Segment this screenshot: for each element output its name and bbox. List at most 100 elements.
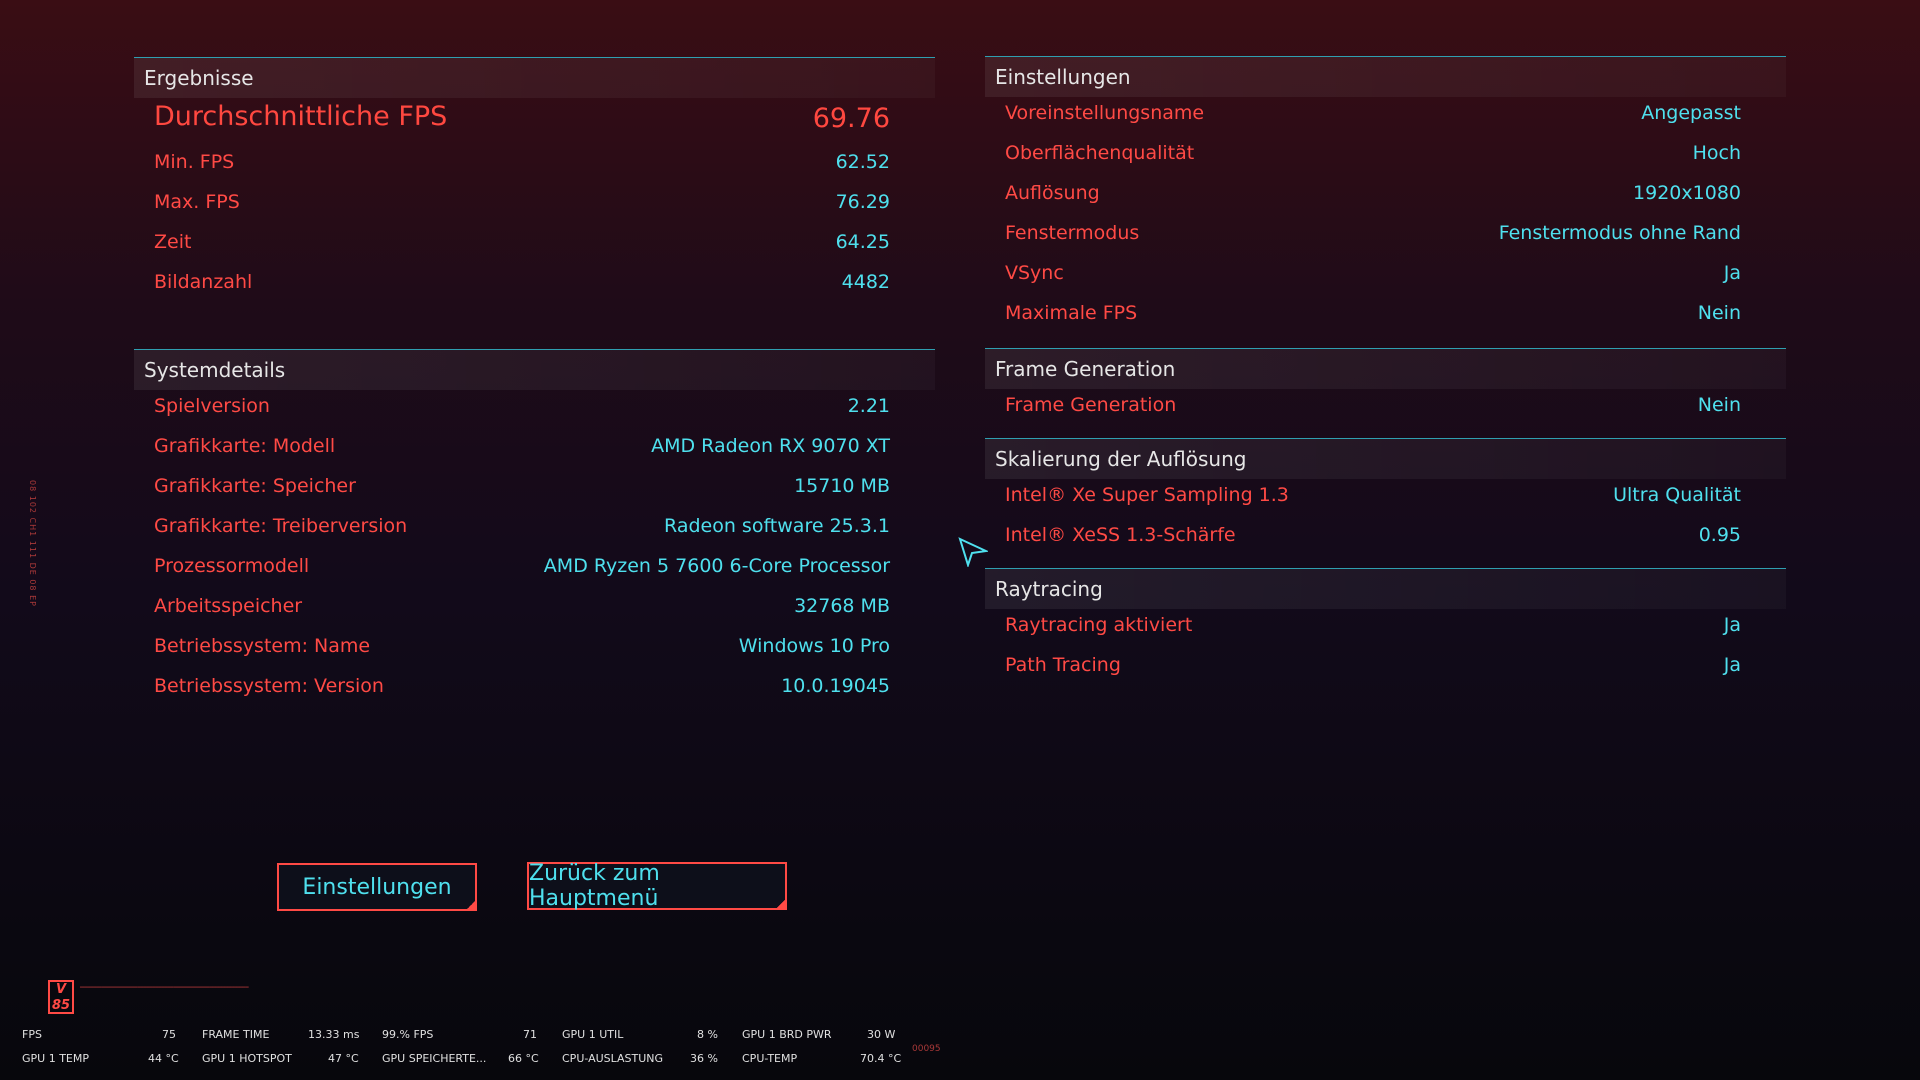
scaling-label: Intel® XeSS 1.3-Schärfe xyxy=(1005,524,1236,546)
system-value: 2.21 xyxy=(847,395,890,417)
settings-button[interactable]: Einstellungen xyxy=(277,863,477,911)
hud-code: 00095 xyxy=(912,1044,941,1054)
system-label: Grafikkarte: Modell xyxy=(154,435,336,457)
system-label: Grafikkarte: Speicher xyxy=(154,475,356,497)
main-menu-button[interactable]: Zurück zum Hauptmenü xyxy=(527,861,787,911)
hud-label: GPU 1 UTIL xyxy=(562,1028,624,1041)
system-row: Arbeitsspeicher 32768 MB xyxy=(154,589,890,629)
hud-label: CPU-TEMP xyxy=(742,1052,798,1065)
hud-label: GPU 1 BRD PWR xyxy=(742,1028,832,1041)
settings-value: Hoch xyxy=(1692,142,1741,164)
hud-value: 70.4 °C xyxy=(860,1052,902,1065)
framegen-row: Frame Generation Nein xyxy=(1005,388,1741,428)
system-value: Windows 10 Pro xyxy=(738,635,890,657)
framegen-label: Frame Generation xyxy=(1005,394,1177,416)
system-label: Grafikkarte: Treiberversion xyxy=(154,515,408,537)
system-row: Betriebssystem: Name Windows 10 Pro xyxy=(154,629,890,669)
raytracing-title: Raytracing xyxy=(995,577,1103,601)
hud-value: 30 W xyxy=(867,1028,896,1041)
raytracing-value: Ja xyxy=(1723,654,1741,676)
settings-value: Fenstermodus ohne Rand xyxy=(1498,222,1741,244)
raytracing-header: Raytracing xyxy=(985,568,1786,609)
system-label: Arbeitsspeicher xyxy=(154,595,303,617)
settings-row: Auflösung 1920x1080 xyxy=(1005,176,1741,216)
settings-row: Fenstermodus Fenstermodus ohne Rand xyxy=(1005,216,1741,256)
result-value: 4482 xyxy=(841,271,890,293)
settings-title: Einstellungen xyxy=(995,65,1131,89)
result-value: 76.29 xyxy=(835,191,890,213)
system-row: Spielversion 2.21 xyxy=(154,389,890,429)
result-value: 62.52 xyxy=(835,151,890,173)
hud-label: GPU SPEICHERTE... xyxy=(382,1052,487,1065)
system-value: Radeon software 25.3.1 xyxy=(664,515,890,537)
result-label: Zeit xyxy=(154,231,192,253)
hud-value: 13.33 ms xyxy=(308,1028,360,1041)
results-title: Ergebnisse xyxy=(144,66,254,90)
system-title: Systemdetails xyxy=(144,358,286,382)
hud-value: 36 % xyxy=(690,1052,718,1065)
system-panel: Systemdetails Spielversion 2.21 Grafikka… xyxy=(134,349,935,729)
settings-row: Maximale FPS Nein xyxy=(1005,296,1741,336)
settings-panel: Einstellungen Voreinstellungsname Angepa… xyxy=(985,56,1786,346)
settings-row: VSync Ja xyxy=(1005,256,1741,296)
scaling-row: Intel® Xe Super Sampling 1.3 Ultra Quali… xyxy=(1005,478,1741,518)
avg-fps-value: 69.76 xyxy=(812,103,890,134)
system-label: Betriebssystem: Version xyxy=(154,675,384,697)
result-label: Max. FPS xyxy=(154,191,240,213)
hud-label: GPU 1 TEMP xyxy=(22,1052,89,1065)
game-logo-icon: V 85 xyxy=(48,980,74,1014)
result-label: Min. FPS xyxy=(154,151,235,173)
hud-value: 66 °C xyxy=(508,1052,539,1065)
results-header: Ergebnisse xyxy=(134,57,935,98)
system-row: Grafikkarte: Treiberversion Radeon softw… xyxy=(154,509,890,549)
result-value: 64.25 xyxy=(835,231,890,253)
results-panel: Ergebnisse Durchschnittliche FPS 69.76 M… xyxy=(134,57,935,357)
settings-label: Auflösung xyxy=(1005,182,1100,204)
performance-overlay: FPS 75 FRAME TIME 13.33 ms 99.% FPS 71 G… xyxy=(0,1020,960,1080)
settings-value: Nein xyxy=(1697,302,1741,324)
system-label: Spielversion xyxy=(154,395,270,417)
avg-fps-row: Durchschnittliche FPS 69.76 xyxy=(154,101,890,141)
result-row: Zeit 64.25 xyxy=(154,225,890,265)
hud-value: 47 °C xyxy=(328,1052,359,1065)
hud-value: 71 xyxy=(523,1028,537,1041)
result-row: Bildanzahl 4482 xyxy=(154,265,890,305)
raytracing-row: Raytracing aktiviert Ja xyxy=(1005,608,1741,648)
system-label: Prozessormodell xyxy=(154,555,310,577)
raytracing-label: Raytracing aktiviert xyxy=(1005,614,1193,636)
scaling-title: Skalierung der Auflösung xyxy=(995,447,1247,471)
mouse-cursor-icon xyxy=(958,537,988,567)
hud-label: GPU 1 HOTSPOT xyxy=(202,1052,292,1065)
system-row: Betriebssystem: Version 10.0.19045 xyxy=(154,669,890,709)
hud-label: FRAME TIME xyxy=(202,1028,270,1041)
logo-decor-text: ════════════════════════════════════════… xyxy=(80,985,249,991)
system-row: Grafikkarte: Modell AMD Radeon RX 9070 X… xyxy=(154,429,890,469)
system-value: 15710 MB xyxy=(794,475,890,497)
system-label: Betriebssystem: Name xyxy=(154,635,371,657)
hud-label: FPS xyxy=(22,1028,42,1041)
hud-value: 44 °C xyxy=(148,1052,179,1065)
framegen-header: Frame Generation xyxy=(985,348,1786,389)
settings-header: Einstellungen xyxy=(985,56,1786,97)
system-row: Grafikkarte: Speicher 15710 MB xyxy=(154,469,890,509)
system-value: 10.0.19045 xyxy=(781,675,890,697)
scaling-value: Ultra Qualität xyxy=(1613,484,1741,506)
scaling-label: Intel® Xe Super Sampling 1.3 xyxy=(1005,484,1289,506)
hud-value: 75 xyxy=(162,1028,176,1041)
scaling-row: Intel® XeSS 1.3-Schärfe 0.95 xyxy=(1005,518,1741,558)
result-label: Bildanzahl xyxy=(154,271,253,293)
framegen-title: Frame Generation xyxy=(995,357,1176,381)
scaling-panel: Skalierung der Auflösung Intel® Xe Super… xyxy=(985,438,1786,568)
scaling-value: 0.95 xyxy=(1698,524,1741,546)
settings-label: VSync xyxy=(1005,262,1064,284)
settings-label: Oberflächenqualität xyxy=(1005,142,1195,164)
side-decor: 08 102 CH1 111 DE 08 EP xyxy=(28,480,37,607)
system-row: Prozessormodell AMD Ryzen 5 7600 6-Core … xyxy=(154,549,890,589)
settings-value: 1920x1080 xyxy=(1633,182,1741,204)
raytracing-value: Ja xyxy=(1723,614,1741,636)
system-header: Systemdetails xyxy=(134,349,935,390)
scaling-header: Skalierung der Auflösung xyxy=(985,438,1786,479)
settings-value: Angepasst xyxy=(1641,102,1741,124)
avg-fps-label: Durchschnittliche FPS xyxy=(154,101,448,132)
raytracing-panel: Raytracing Raytracing aktiviert Ja Path … xyxy=(985,568,1786,698)
